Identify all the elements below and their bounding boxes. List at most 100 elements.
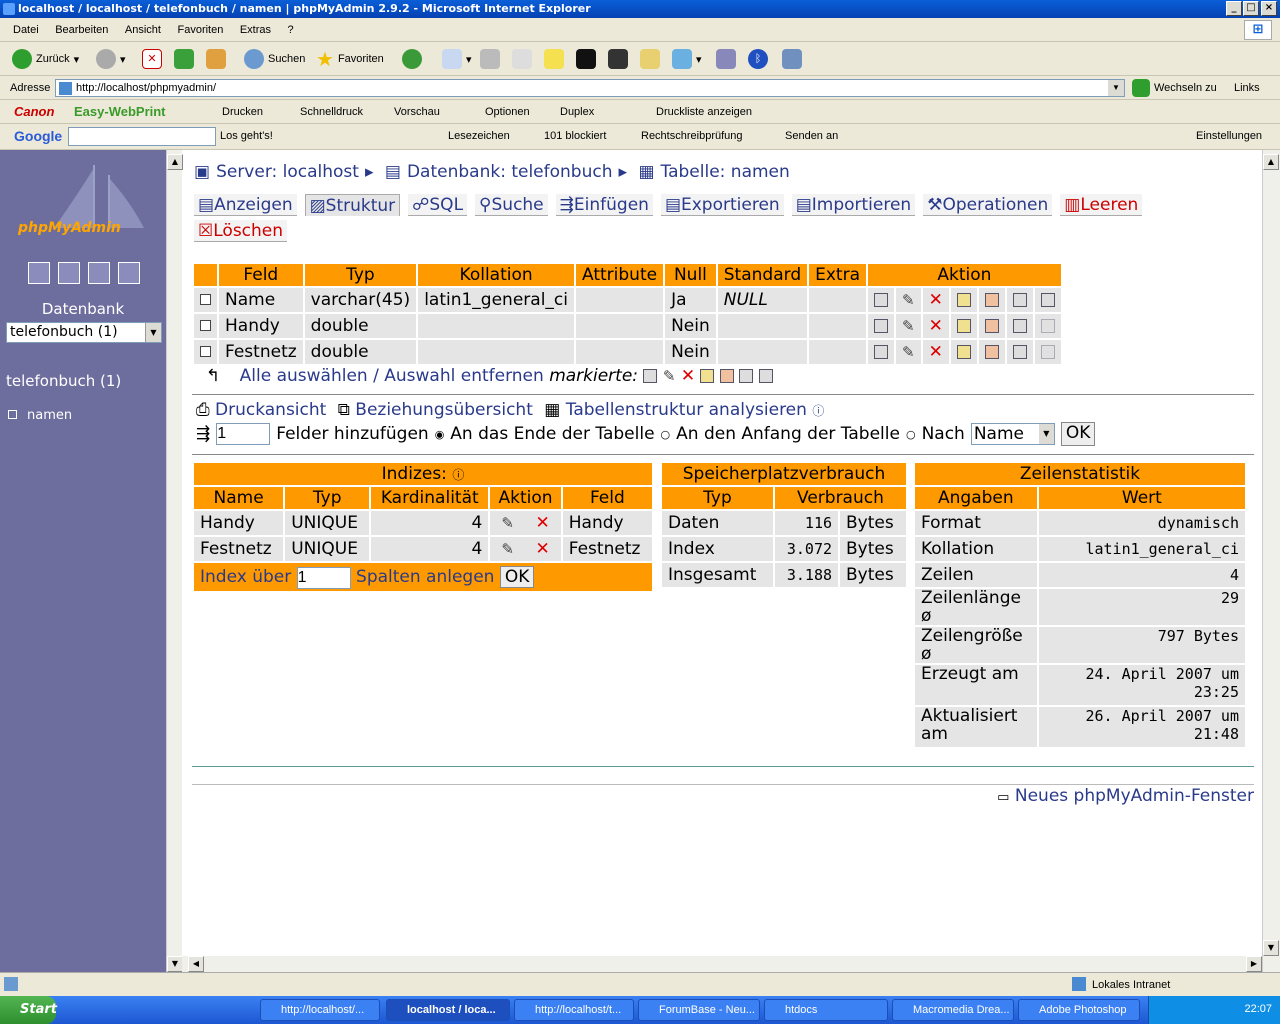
stop-button[interactable]: ✕ — [142, 48, 162, 70]
radio-end[interactable]: ◉ — [435, 428, 445, 441]
create-index-ok-button[interactable]: OK — [499, 565, 535, 588]
col-feld[interactable]: Feld — [219, 264, 303, 286]
close-button[interactable]: × — [1261, 1, 1277, 16]
row-checkbox[interactable] — [200, 346, 211, 357]
relations-link[interactable]: Beziehungsübersicht — [355, 400, 533, 420]
bluetooth-button[interactable]: ᛒ — [748, 48, 768, 70]
google-search-input[interactable] — [68, 127, 216, 146]
quickprint-tool[interactable]: Schnelldruck — [300, 106, 363, 118]
index-columns-input[interactable] — [296, 566, 351, 589]
col-attribute[interactable]: Attribute — [576, 264, 664, 286]
col-kollation[interactable]: Kollation — [418, 264, 574, 286]
menu-datei[interactable]: Datei — [13, 24, 39, 36]
col-typ[interactable]: Typ — [304, 264, 417, 286]
delete-icon[interactable]: ✕ — [929, 342, 943, 362]
unique-icon[interactable] — [984, 293, 999, 307]
star-tool-button[interactable] — [640, 48, 660, 70]
delete-icon[interactable]: ✕ — [681, 366, 695, 386]
primary-key-icon[interactable] — [956, 345, 971, 359]
database-link[interactable]: telefonbuch (1) — [6, 372, 121, 390]
print-button[interactable] — [480, 48, 500, 70]
index-icon[interactable] — [739, 369, 754, 383]
delete-icon[interactable]: ✕ — [929, 290, 943, 310]
unique-icon[interactable] — [984, 345, 999, 359]
col-standard[interactable]: Standard — [717, 264, 808, 286]
easy-webprint-menu[interactable]: Easy-WebPrint — [74, 104, 166, 119]
help-icon[interactable]: ⓘ — [812, 404, 824, 418]
radio-start[interactable]: ○ — [661, 428, 671, 441]
tab-suche[interactable]: ⚲Suche — [475, 194, 548, 216]
scroll-left-icon[interactable]: ◀ — [188, 956, 204, 972]
address-input[interactable]: http://localhost/phpmyadmin/ ▼ — [55, 79, 1125, 97]
tab-sql[interactable]: ☍SQL — [408, 194, 468, 216]
settings-menu[interactable]: Einstellungen — [1196, 130, 1262, 142]
popup-blocker[interactable]: 101 blockiert — [544, 130, 606, 142]
task-forumbase[interactable]: ForumBase - Neu... — [638, 999, 760, 1021]
scroll-down-icon[interactable]: ▼ — [167, 956, 183, 972]
col-null[interactable]: Null — [665, 264, 716, 286]
docs-icon[interactable] — [118, 262, 140, 284]
deselect-link[interactable]: Auswahl entfernen — [384, 366, 544, 386]
search-button[interactable]: Suchen — [244, 48, 305, 70]
edit-icon[interactable]: ✎ — [501, 540, 514, 558]
google-go-button[interactable]: Los geht's! — [220, 130, 273, 142]
row-checkbox[interactable] — [200, 294, 211, 305]
minimize-button[interactable]: _ — [1226, 1, 1242, 16]
browse-icon[interactable] — [873, 319, 888, 333]
bookmarks-menu[interactable]: Lesezeichen — [448, 130, 510, 142]
print-view-link[interactable]: Druckansicht — [215, 400, 326, 420]
edit-icon[interactable]: ✎ — [663, 367, 676, 385]
spellcheck-button[interactable]: Rechtschreibprüfung — [641, 130, 743, 142]
contacts-button[interactable] — [782, 48, 802, 70]
scroll-up-icon[interactable]: ▲ — [167, 154, 183, 170]
index-icon[interactable] — [1012, 345, 1027, 359]
primary-key-icon[interactable] — [700, 369, 715, 383]
edit-icon[interactable]: ✎ — [902, 291, 915, 309]
task-photoshop[interactable]: Adobe Photoshop — [1018, 999, 1140, 1021]
edit-icon[interactable]: ✎ — [902, 317, 915, 335]
media-button[interactable] — [402, 48, 422, 70]
delete-icon[interactable]: ✕ — [536, 513, 550, 533]
menu-extras[interactable]: Extras — [240, 24, 271, 36]
primary-key-icon[interactable] — [956, 293, 971, 307]
tab-importieren[interactable]: ▤Importieren — [791, 194, 916, 216]
col-extra[interactable]: Extra — [809, 264, 866, 286]
back-button[interactable]: Zurück ▾ — [12, 48, 79, 70]
browse-icon[interactable] — [873, 345, 888, 359]
menu-help[interactable]: ? — [288, 24, 294, 36]
table-link-namen[interactable]: namen — [8, 408, 72, 423]
left-scrollbar[interactable]: ▲ ▼ — [166, 150, 183, 972]
fulltext-icon[interactable] — [1040, 293, 1055, 307]
primary-key-icon[interactable] — [956, 319, 971, 333]
notes-button[interactable] — [544, 48, 564, 70]
sql-query-icon[interactable] — [58, 262, 80, 284]
scroll-right-icon[interactable]: ▶ — [1246, 956, 1262, 972]
task-ie-2[interactable]: localhost / loca... — [386, 999, 510, 1021]
k-button[interactable] — [608, 48, 628, 70]
help-icon[interactable] — [88, 262, 110, 284]
index-icon[interactable] — [1012, 293, 1027, 307]
tab-loeschen[interactable]: ☒Löschen — [194, 220, 288, 242]
printlist-tool[interactable]: Druckliste anzeigen — [656, 106, 752, 118]
send-to-menu[interactable]: Senden an — [785, 130, 838, 142]
main-scrollbar[interactable]: ▲ ▼ — [1262, 150, 1280, 972]
task-ie-3[interactable]: http://localhost/t... — [514, 999, 634, 1021]
research-button[interactable] — [716, 48, 736, 70]
add-fields-ok-button[interactable]: OK — [1060, 422, 1096, 446]
print-tool[interactable]: Drucken — [222, 106, 263, 118]
preview-tool[interactable]: Vorschau — [394, 106, 440, 118]
maximize-button[interactable]: □ — [1243, 1, 1259, 16]
task-ie-1[interactable]: http://localhost/... — [260, 999, 380, 1021]
refresh-button[interactable] — [174, 48, 194, 70]
edit-icon[interactable]: ✎ — [902, 343, 915, 361]
unique-icon[interactable] — [984, 319, 999, 333]
scroll-up-icon[interactable]: ▲ — [1263, 154, 1279, 170]
index-icon[interactable] — [1012, 319, 1027, 333]
row-checkbox[interactable] — [200, 320, 211, 331]
mail-button[interactable]: ▾ — [442, 48, 472, 70]
analyze-link[interactable]: Tabellenstruktur analysieren — [566, 400, 807, 420]
crumb-database[interactable]: Datenbank: telefonbuch — [407, 162, 613, 182]
home-icon[interactable] — [28, 262, 50, 284]
scroll-down-icon[interactable]: ▼ — [1263, 940, 1279, 956]
delete-icon[interactable]: ✕ — [536, 539, 550, 559]
